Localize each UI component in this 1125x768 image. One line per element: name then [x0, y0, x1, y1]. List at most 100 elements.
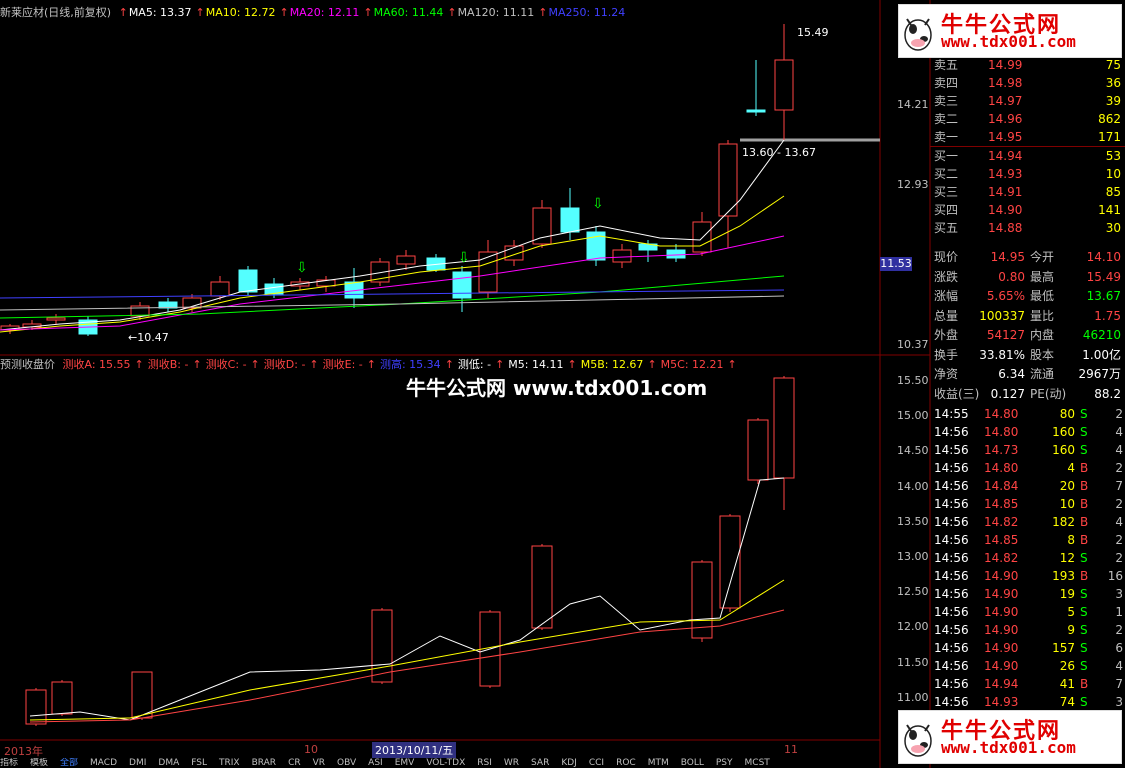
forecast-indicator-label: 测收B: -: [147, 358, 189, 371]
indicator-tab[interactable]: MACD: [90, 758, 117, 768]
tick-row: 14:56 14.73 160 S 4: [930, 441, 1125, 459]
price-tick: 13.00: [897, 550, 929, 563]
ask-volume: 862: [1098, 112, 1121, 126]
up-arrow-icon: ↑: [118, 6, 128, 19]
tick-count: 6: [1115, 641, 1123, 655]
tick-count: 4: [1115, 425, 1123, 439]
price-tick: 14.21: [897, 98, 929, 111]
ask-row: 卖五 14.99 75: [930, 56, 1125, 74]
indicator-tab[interactable]: MCST: [745, 758, 770, 768]
tick-volume: 182: [1052, 515, 1075, 529]
indicator-tab[interactable]: RSI: [477, 758, 492, 768]
candle-body: [371, 609, 393, 683]
tick-row: 14:56 14.85 10 B 2: [930, 495, 1125, 513]
lower-chart-header: 预测收盘价 测收A: 15.55 ↑ 测收B: - ↑ 测收C: - ↑ 测收D: - ↑ 测收…: [0, 358, 745, 372]
brand-logo-bottom: 牛牛公式网 www.tdx001.com: [898, 710, 1122, 764]
tick-side: S: [1080, 443, 1088, 457]
indicator-tab[interactable]: OBV: [337, 758, 356, 768]
indicator-tab[interactable]: VOL-TDX: [426, 758, 465, 768]
up-arrow-icon: ↑: [363, 6, 373, 19]
indicator-tab[interactable]: 全部: [60, 758, 78, 768]
indicator-tab[interactable]: SAR: [531, 758, 549, 768]
tick-volume: 9: [1067, 623, 1075, 637]
indicator-tab[interactable]: FSL: [191, 758, 207, 768]
quote-label: 收益(三): [934, 386, 980, 401]
ma120-line: [0, 295, 785, 311]
tick-time: 14:56: [934, 533, 969, 547]
up-arrow-icon: ↑: [447, 6, 457, 19]
tick-volume: 10: [1059, 497, 1075, 511]
bid-label: 买二: [934, 167, 959, 181]
down-arrow-icon: ⇩: [296, 260, 308, 276]
tick-price: 14.82: [984, 551, 1019, 565]
tick-row: 14:56 14.94 41 B 7: [930, 675, 1125, 693]
tick-time: 14:56: [934, 605, 969, 619]
indicator-tab[interactable]: CCI: [589, 758, 604, 768]
quote-label: 最低: [1030, 289, 1055, 303]
quote-value: 6.34: [998, 367, 1025, 381]
brand-url: www.tdx001.com: [941, 32, 1076, 51]
indicator-tab[interactable]: DMA: [158, 758, 179, 768]
indicator-tab[interactable]: DMI: [129, 758, 146, 768]
indicator-tab[interactable]: TRIX: [219, 758, 240, 768]
indicator-tab[interactable]: 指标: [0, 758, 18, 768]
current-price-marker: 11.53: [880, 257, 912, 271]
up-arrow-icon: ↑: [250, 358, 260, 371]
indicator-tab[interactable]: KDJ: [561, 758, 577, 768]
candle-body: [746, 109, 766, 113]
candle-body: [692, 221, 712, 253]
quote-value: 2967万: [1078, 367, 1121, 381]
price-tick: 12.50: [897, 585, 929, 599]
tick-volume: 19: [1059, 587, 1075, 601]
tick-price: 14.84: [984, 479, 1019, 493]
candle-body: [478, 251, 498, 293]
indicator-tab[interactable]: WR: [504, 758, 519, 768]
indicator-tab[interactable]: VR: [313, 758, 325, 768]
tick-price: 14.85: [984, 533, 1019, 547]
candle-body: [51, 681, 73, 715]
low-price-value: 10.47: [137, 331, 169, 344]
indicator-tab[interactable]: 模板: [30, 758, 48, 768]
cow-logo-icon: [904, 724, 932, 757]
tick-side: S: [1080, 587, 1088, 601]
indicator-tab[interactable]: EMV: [395, 758, 415, 768]
tick-time: 14:56: [934, 677, 969, 691]
tick-volume: 80: [1059, 407, 1075, 421]
indicator-tab[interactable]: ASI: [368, 758, 383, 768]
tick-row: 14:56 14.80 160 S 4: [930, 423, 1125, 441]
candle-body: [131, 671, 153, 719]
bid-price: 14.88: [988, 221, 1023, 235]
down-arrow-icon: ⇩: [592, 196, 604, 212]
price-tick: 12.93: [897, 178, 929, 191]
indicator-tab[interactable]: PSY: [716, 758, 733, 768]
indicator-title[interactable]: 预测收盘价: [0, 358, 55, 371]
tick-price: 14.90: [984, 587, 1019, 601]
high-price-label: 15.49: [797, 26, 829, 39]
ask-volume: 171: [1098, 130, 1121, 144]
candle-body: [560, 207, 580, 233]
indicator-tab[interactable]: ROC: [616, 758, 636, 768]
indicator-tab[interactable]: CR: [288, 758, 301, 768]
up-arrow-icon: ↑: [366, 358, 376, 371]
tick-price: 14.90: [984, 605, 1019, 619]
indicator-tab[interactable]: BOLL: [681, 758, 704, 768]
bid-price: 14.93: [988, 167, 1023, 181]
ma-indicator-label: MA120: 11.11: [457, 6, 535, 19]
indicator-tab[interactable]: MTM: [648, 758, 669, 768]
ask-label: 卖五: [934, 58, 959, 72]
indicator-tab[interactable]: BRAR: [252, 758, 276, 768]
candle-body: [452, 271, 472, 299]
tick-volume: 20: [1059, 479, 1075, 493]
tick-side: B: [1080, 461, 1089, 475]
tick-count: 2: [1115, 497, 1123, 511]
forecast-indicator-label: 测收C: -: [205, 358, 247, 371]
tick-count: 7: [1115, 677, 1123, 691]
quote-row: 涨幅 5.65% 最低 13.67: [930, 287, 1125, 307]
stock-name[interactable]: 新莱应材(日线,前复权): [0, 6, 111, 19]
tick-side: B: [1080, 497, 1089, 511]
tick-side: S: [1080, 551, 1088, 565]
center-watermark: 牛牛公式网 www.tdx001.com: [406, 376, 708, 400]
bid-volume: 85: [1105, 185, 1121, 199]
ma10-line: [0, 195, 785, 333]
up-arrow-icon: ↑: [727, 358, 737, 371]
